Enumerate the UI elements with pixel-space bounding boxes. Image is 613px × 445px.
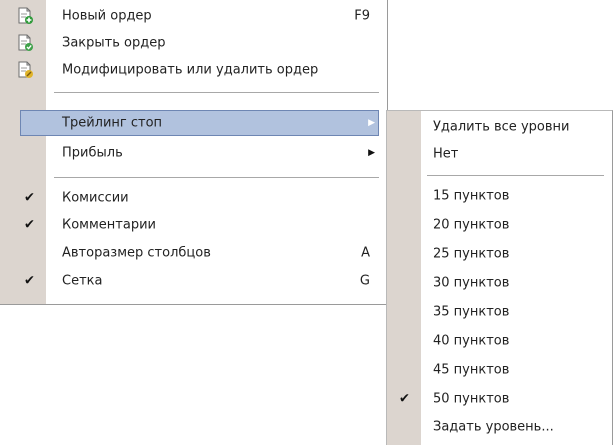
submenu-item-delete-all-levels[interactable]: Удалить все уровни: [387, 114, 612, 140]
menu-item-label: Трейлинг стоп: [62, 115, 163, 131]
menu-item-label: 25 пунктов: [433, 246, 510, 262]
menu-item-new-order[interactable]: Новый ордер F9: [0, 3, 387, 29]
menu-item-label: 45 пунктов: [433, 362, 510, 378]
submenu-item-level[interactable]: 40 пунктов: [387, 328, 612, 354]
menu-item-profit[interactable]: Прибыль ▶: [0, 140, 387, 166]
submenu-item-level[interactable]: 35 пунктов: [387, 299, 612, 325]
menu-item-label: Авторазмер столбцов: [62, 245, 211, 261]
submenu-item-level[interactable]: 15 пунктов: [387, 183, 612, 209]
menu-item-label: Нет: [433, 146, 459, 162]
menu-item-label: Комиссии: [62, 190, 129, 206]
menu-item-modify-order[interactable]: Модифицировать или удалить ордер: [0, 57, 387, 83]
menu-item-label: 20 пунктов: [433, 217, 510, 233]
menu-item-label: Комментарии: [62, 217, 156, 233]
shortcut-label: F9: [354, 8, 370, 24]
modify-order-icon: [18, 61, 33, 78]
menu-item-label: 30 пунктов: [433, 275, 510, 291]
submenu-arrow-icon: ▶: [368, 118, 375, 128]
menu-separator: [54, 177, 379, 179]
submenu-arrow-icon: ▶: [368, 148, 375, 158]
submenu-item-level[interactable]: 45 пунктов: [387, 357, 612, 383]
checkmark-icon: ✔: [24, 273, 35, 289]
menu-item-label: Прибыль: [62, 145, 123, 161]
menu-item-label: Сетка: [62, 273, 103, 289]
menu-separator: [54, 92, 379, 94]
new-order-icon: [18, 7, 33, 24]
submenu-item-none[interactable]: Нет: [387, 141, 612, 167]
menu-item-label: 15 пунктов: [433, 188, 510, 204]
menu-item-label: Модифицировать или удалить ордер: [62, 62, 319, 78]
close-order-icon: [18, 34, 33, 51]
submenu-item-level[interactable]: ✔ 50 пунктов: [387, 386, 612, 412]
menu-item-label: Задать уровень...: [433, 419, 554, 435]
submenu-item-level[interactable]: 20 пунктов: [387, 212, 612, 238]
shortcut-label: G: [359, 273, 370, 289]
menu-item-label: 50 пунктов: [433, 391, 510, 407]
menu-item-trailing-stop[interactable]: Трейлинг стоп ▶: [0, 110, 387, 136]
menu-item-label: 40 пунктов: [433, 333, 510, 349]
menu-item-autosize-columns[interactable]: Авторазмер столбцов A: [0, 240, 387, 266]
menu-item-commissions[interactable]: ✔ Комиссии: [0, 185, 387, 211]
menu-item-close-order[interactable]: Закрыть ордер: [0, 30, 387, 56]
menu-item-label: Закрыть ордер: [62, 35, 166, 51]
menu-item-label: Новый ордер: [62, 8, 152, 24]
menu-item-comments[interactable]: ✔ Комментарии: [0, 212, 387, 238]
trailing-stop-submenu: Удалить все уровни Нет 15 пунктов 20 пун…: [386, 110, 613, 445]
menu-item-grid[interactable]: ✔ Сетка G: [0, 268, 387, 294]
submenu-item-level[interactable]: 25 пунктов: [387, 241, 612, 267]
checkmark-icon: ✔: [24, 190, 35, 206]
context-menu: Новый ордер F9 Закрыть ордер Модифициров…: [0, 0, 388, 305]
submenu-item-level[interactable]: 30 пунктов: [387, 270, 612, 296]
checkmark-icon: ✔: [399, 391, 410, 407]
submenu-item-set-level[interactable]: Задать уровень...: [387, 414, 612, 440]
menu-separator: [427, 175, 604, 177]
menu-item-label: 35 пунктов: [433, 304, 510, 320]
menu-item-label: Удалить все уровни: [433, 119, 570, 135]
checkmark-icon: ✔: [24, 217, 35, 233]
shortcut-label: A: [361, 245, 370, 261]
